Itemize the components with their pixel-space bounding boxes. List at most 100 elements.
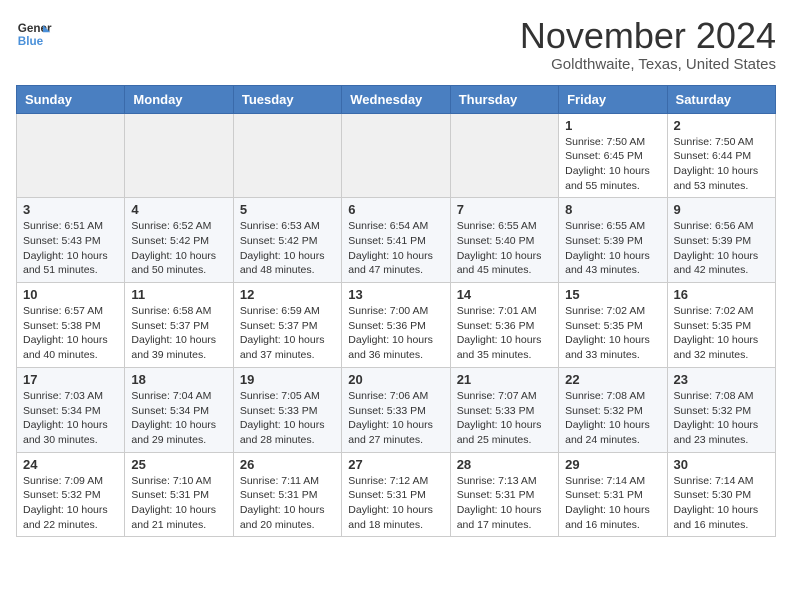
calendar-cell: 21Sunrise: 7:07 AM Sunset: 5:33 PM Dayli…: [450, 367, 558, 452]
day-number: 9: [674, 202, 769, 217]
svg-text:Blue: Blue: [18, 35, 44, 48]
weekday-row: SundayMondayTuesdayWednesdayThursdayFrid…: [17, 85, 776, 113]
calendar-cell: 6 Sunrise: 6:54 AM Sunset: 5:41 PM Daylig…: [342, 198, 450, 283]
calendar-table: SundayMondayTuesdayWednesdayThursdayFrid…: [16, 85, 776, 538]
day-number: 19: [240, 372, 335, 387]
day-info: Sunrise: 7:05 AM Sunset: 5:33 PM Dayligh…: [240, 389, 335, 448]
calendar-cell: 15Sunrise: 7:02 AM Sunset: 5:35 PM Dayli…: [559, 283, 667, 368]
calendar-cell: 10 Sunrise: 6:57 AM Sunset: 5:38 PM Dayli…: [17, 283, 125, 368]
weekday-header-sunday: Sunday: [17, 85, 125, 113]
calendar-cell: 18 Sunrise: 7:04 AM Sunset: 5:34 PM Dayli…: [125, 367, 233, 452]
day-number: 6: [348, 202, 443, 217]
page-header: General Blue November 2024 Goldthwaite, …: [16, 16, 776, 73]
day-info: Sunrise: 7:11 AM Sunset: 5:31 PM Dayligh…: [240, 474, 335, 533]
day-info: Sunrise: 7:04 AM Sunset: 5:34 PM Dayligh…: [131, 389, 226, 448]
day-info: Sunrise: 7:50 AM Sunset: 6:45 PM Dayligh…: [565, 135, 660, 194]
day-number: 2: [674, 118, 769, 133]
weekday-header-thursday: Thursday: [450, 85, 558, 113]
day-info: Sunrise: 7:09 AM Sunset: 5:32 PM Dayligh…: [23, 474, 118, 533]
logo-icon: General Blue: [16, 16, 52, 52]
calendar-cell: [342, 113, 450, 198]
day-info: Sunrise: 6:57 AM Sunset: 5:38 PM Dayligh…: [23, 304, 118, 363]
day-info: Sunrise: 7:14 AM Sunset: 5:31 PM Dayligh…: [565, 474, 660, 533]
day-info: Sunrise: 6:55 AM Sunset: 5:39 PM Dayligh…: [565, 219, 660, 278]
day-info: Sunrise: 7:13 AM Sunset: 5:31 PM Dayligh…: [457, 474, 552, 533]
calendar-cell: 5Sunrise: 6:53 AM Sunset: 5:42 PM Daylig…: [233, 198, 341, 283]
day-info: Sunrise: 6:56 AM Sunset: 5:39 PM Dayligh…: [674, 219, 769, 278]
logo: General Blue: [16, 16, 52, 52]
calendar-cell: 27Sunrise: 7:12 AM Sunset: 5:31 PM Dayli…: [342, 452, 450, 537]
svg-text:General: General: [18, 22, 52, 35]
day-number: 14: [457, 287, 552, 302]
day-info: Sunrise: 7:14 AM Sunset: 5:30 PM Dayligh…: [674, 474, 769, 533]
calendar-cell: 22 Sunrise: 7:08 AM Sunset: 5:32 PM Dayli…: [559, 367, 667, 452]
calendar-cell: 28Sunrise: 7:13 AM Sunset: 5:31 PM Dayli…: [450, 452, 558, 537]
day-info: Sunrise: 7:03 AM Sunset: 5:34 PM Dayligh…: [23, 389, 118, 448]
day-number: 4: [131, 202, 226, 217]
month-title: November 2024: [520, 16, 776, 56]
weekday-header-wednesday: Wednesday: [342, 85, 450, 113]
calendar-cell: 14 Sunrise: 7:01 AM Sunset: 5:36 PM Dayli…: [450, 283, 558, 368]
calendar-cell: 2 Sunrise: 7:50 AM Sunset: 6:44 PM Daylig…: [667, 113, 775, 198]
day-info: Sunrise: 7:08 AM Sunset: 5:32 PM Dayligh…: [674, 389, 769, 448]
week-row-1: 1 Sunrise: 7:50 AM Sunset: 6:45 PM Daylig…: [17, 113, 776, 198]
calendar-cell: 8 Sunrise: 6:55 AM Sunset: 5:39 PM Daylig…: [559, 198, 667, 283]
day-number: 5: [240, 202, 335, 217]
week-row-4: 17 Sunrise: 7:03 AM Sunset: 5:34 PM Dayli…: [17, 367, 776, 452]
day-info: Sunrise: 7:02 AM Sunset: 5:35 PM Dayligh…: [565, 304, 660, 363]
day-number: 17: [23, 372, 118, 387]
calendar-cell: 16Sunrise: 7:02 AM Sunset: 5:35 PM Dayli…: [667, 283, 775, 368]
day-info: Sunrise: 7:50 AM Sunset: 6:44 PM Dayligh…: [674, 135, 769, 194]
day-info: Sunrise: 7:01 AM Sunset: 5:36 PM Dayligh…: [457, 304, 552, 363]
calendar-cell: 9 Sunrise: 6:56 AM Sunset: 5:39 PM Daylig…: [667, 198, 775, 283]
calendar-cell: 23 Sunrise: 7:08 AM Sunset: 5:32 PM Dayli…: [667, 367, 775, 452]
day-number: 3: [23, 202, 118, 217]
calendar-cell: [17, 113, 125, 198]
calendar-cell: 30 Sunrise: 7:14 AM Sunset: 5:30 PM Dayli…: [667, 452, 775, 537]
calendar-cell: [125, 113, 233, 198]
day-info: Sunrise: 7:12 AM Sunset: 5:31 PM Dayligh…: [348, 474, 443, 533]
calendar-cell: [233, 113, 341, 198]
week-row-2: 3 Sunrise: 6:51 AM Sunset: 5:43 PM Daylig…: [17, 198, 776, 283]
calendar-cell: 19 Sunrise: 7:05 AM Sunset: 5:33 PM Dayli…: [233, 367, 341, 452]
day-number: 24: [23, 457, 118, 472]
day-number: 13: [348, 287, 443, 302]
calendar-cell: [450, 113, 558, 198]
day-info: Sunrise: 6:52 AM Sunset: 5:42 PM Dayligh…: [131, 219, 226, 278]
day-info: Sunrise: 6:55 AM Sunset: 5:40 PM Dayligh…: [457, 219, 552, 278]
day-number: 7: [457, 202, 552, 217]
day-number: 16: [674, 287, 769, 302]
calendar-cell: 12Sunrise: 6:59 AM Sunset: 5:37 PM Dayli…: [233, 283, 341, 368]
day-number: 30: [674, 457, 769, 472]
calendar-cell: 13 Sunrise: 7:00 AM Sunset: 5:36 PM Dayli…: [342, 283, 450, 368]
calendar-cell: 7 Sunrise: 6:55 AM Sunset: 5:40 PM Daylig…: [450, 198, 558, 283]
week-row-5: 24 Sunrise: 7:09 AM Sunset: 5:32 PM Dayli…: [17, 452, 776, 537]
calendar-cell: 20Sunrise: 7:06 AM Sunset: 5:33 PM Dayli…: [342, 367, 450, 452]
title-block: November 2024 Goldthwaite, Texas, United…: [520, 16, 776, 73]
day-info: Sunrise: 7:06 AM Sunset: 5:33 PM Dayligh…: [348, 389, 443, 448]
calendar-cell: 4 Sunrise: 6:52 AM Sunset: 5:42 PM Daylig…: [125, 198, 233, 283]
calendar-cell: 26 Sunrise: 7:11 AM Sunset: 5:31 PM Dayli…: [233, 452, 341, 537]
weekday-header-monday: Monday: [125, 85, 233, 113]
day-number: 29: [565, 457, 660, 472]
day-info: Sunrise: 6:58 AM Sunset: 5:37 PM Dayligh…: [131, 304, 226, 363]
day-info: Sunrise: 6:54 AM Sunset: 5:41 PM Dayligh…: [348, 219, 443, 278]
day-number: 26: [240, 457, 335, 472]
calendar-cell: 17 Sunrise: 7:03 AM Sunset: 5:34 PM Dayli…: [17, 367, 125, 452]
calendar-cell: 24 Sunrise: 7:09 AM Sunset: 5:32 PM Dayli…: [17, 452, 125, 537]
day-number: 22: [565, 372, 660, 387]
calendar-cell: 29 Sunrise: 7:14 AM Sunset: 5:31 PM Dayli…: [559, 452, 667, 537]
day-number: 1: [565, 118, 660, 133]
day-number: 12: [240, 287, 335, 302]
day-number: 8: [565, 202, 660, 217]
weekday-header-friday: Friday: [559, 85, 667, 113]
day-info: Sunrise: 7:00 AM Sunset: 5:36 PM Dayligh…: [348, 304, 443, 363]
day-number: 18: [131, 372, 226, 387]
day-info: Sunrise: 6:51 AM Sunset: 5:43 PM Dayligh…: [23, 219, 118, 278]
calendar-header: SundayMondayTuesdayWednesdayThursdayFrid…: [17, 85, 776, 113]
day-number: 25: [131, 457, 226, 472]
day-number: 23: [674, 372, 769, 387]
day-info: Sunrise: 7:08 AM Sunset: 5:32 PM Dayligh…: [565, 389, 660, 448]
day-number: 10: [23, 287, 118, 302]
calendar-cell: 3 Sunrise: 6:51 AM Sunset: 5:43 PM Daylig…: [17, 198, 125, 283]
